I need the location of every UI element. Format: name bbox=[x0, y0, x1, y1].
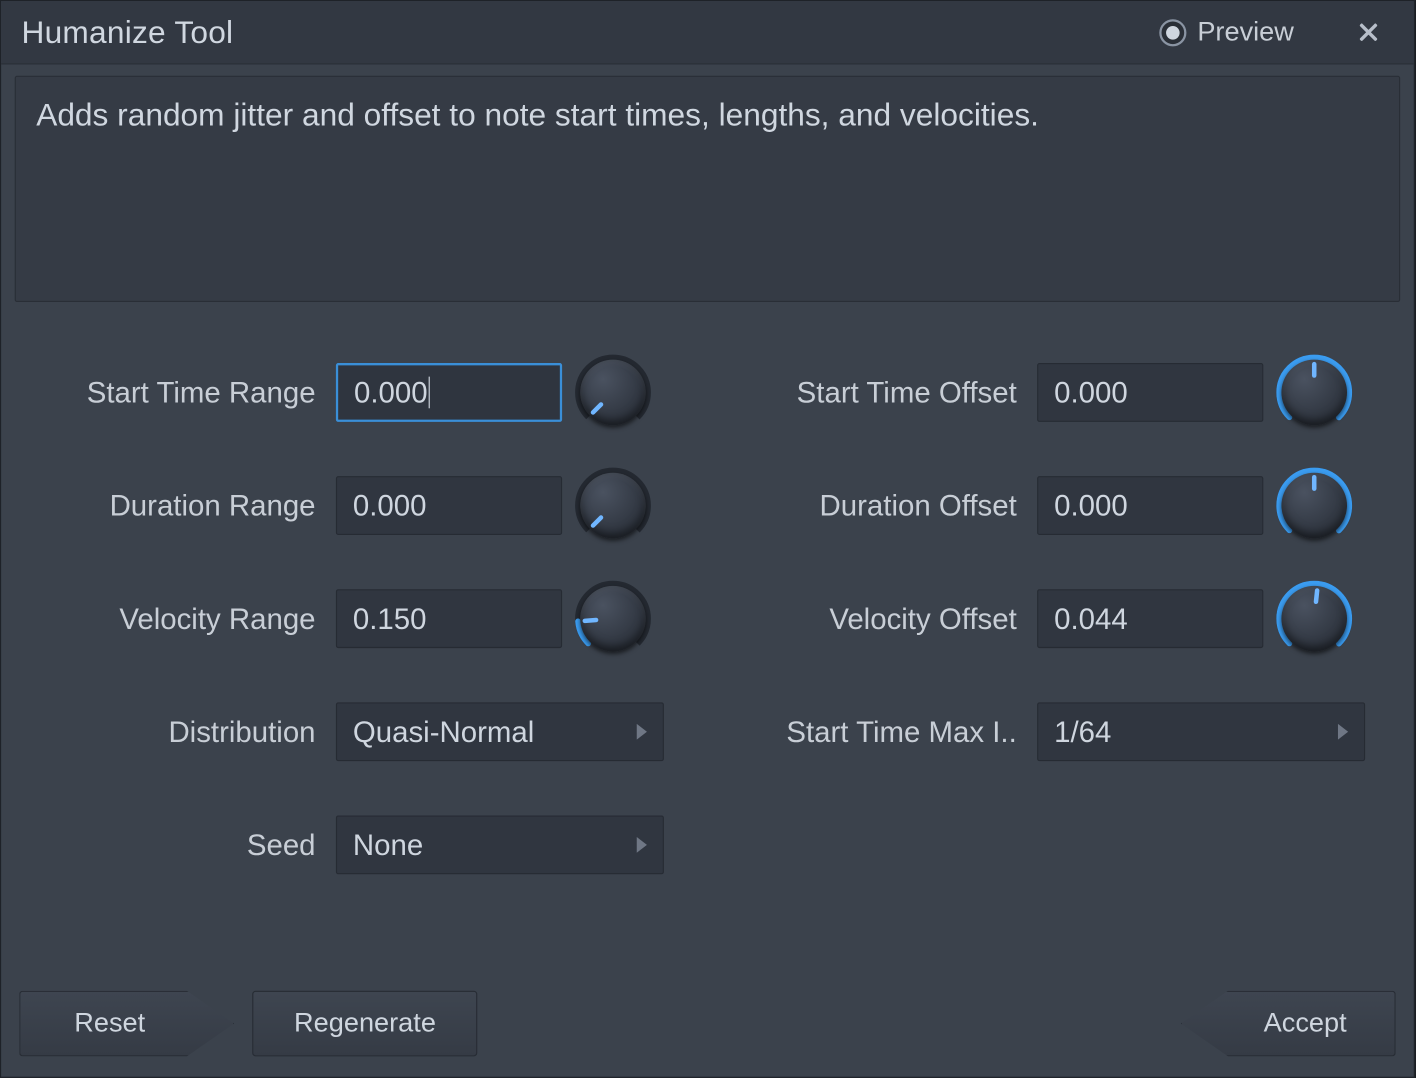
humanize-tool-dialog: Humanize Tool Preview Adds random jitter… bbox=[0, 0, 1415, 1078]
label-seed: Seed bbox=[42, 827, 336, 862]
start-time-max-value: 1/64 bbox=[1054, 714, 1111, 749]
label-duration-offset: Duration Offset bbox=[743, 488, 1037, 523]
velocity-offset-input[interactable]: 0.044 bbox=[1037, 589, 1263, 648]
close-icon[interactable] bbox=[1350, 14, 1386, 50]
duration-offset-input[interactable]: 0.000 bbox=[1037, 476, 1263, 535]
start-time-range-value: 0.000 bbox=[354, 375, 428, 410]
label-velocity-range: Velocity Range bbox=[42, 601, 336, 636]
velocity-range-knob[interactable] bbox=[573, 579, 652, 658]
label-duration-range: Duration Range bbox=[42, 488, 336, 523]
start-time-offset-knob[interactable] bbox=[1275, 353, 1354, 432]
accept-button[interactable]: Accept bbox=[1181, 991, 1396, 1057]
start-time-range-knob[interactable] bbox=[573, 353, 652, 432]
label-start-time-offset: Start Time Offset bbox=[743, 375, 1037, 410]
parameters-area: Start Time Range 0.000 Start Time Offset… bbox=[1, 302, 1414, 975]
start-time-offset-value: 0.000 bbox=[1054, 375, 1128, 410]
radio-icon bbox=[1159, 19, 1186, 46]
dialog-footer: Reset Regenerate Accept bbox=[1, 975, 1414, 1077]
regenerate-button[interactable]: Regenerate bbox=[252, 991, 478, 1057]
duration-range-value: 0.000 bbox=[353, 488, 427, 523]
title-bar: Humanize Tool Preview bbox=[1, 1, 1414, 64]
seed-dropdown[interactable]: None bbox=[336, 815, 664, 874]
duration-range-knob[interactable] bbox=[573, 466, 652, 545]
start-time-offset-input[interactable]: 0.000 bbox=[1037, 363, 1263, 422]
velocity-range-value: 0.150 bbox=[353, 601, 427, 636]
velocity-offset-knob[interactable] bbox=[1275, 579, 1354, 658]
chevron-right-icon bbox=[637, 724, 647, 740]
regenerate-label: Regenerate bbox=[294, 1008, 436, 1040]
distribution-value: Quasi-Normal bbox=[353, 714, 534, 749]
label-start-time-range: Start Time Range bbox=[42, 375, 336, 410]
description-text: Adds random jitter and offset to note st… bbox=[36, 93, 1378, 138]
label-distribution: Distribution bbox=[42, 714, 336, 749]
preview-toggle[interactable]: Preview bbox=[1159, 16, 1294, 48]
label-velocity-offset: Velocity Offset bbox=[743, 601, 1037, 636]
start-time-range-input[interactable]: 0.000 bbox=[336, 363, 562, 422]
description-panel: Adds random jitter and offset to note st… bbox=[15, 76, 1400, 302]
reset-button[interactable]: Reset bbox=[19, 991, 234, 1057]
preview-label: Preview bbox=[1197, 16, 1294, 48]
reset-label: Reset bbox=[74, 1008, 145, 1040]
velocity-offset-value: 0.044 bbox=[1054, 601, 1128, 636]
accept-label: Accept bbox=[1264, 1008, 1347, 1040]
duration-offset-knob[interactable] bbox=[1275, 466, 1354, 545]
chevron-right-icon bbox=[637, 837, 647, 853]
label-start-time-max: Start Time Max I.. bbox=[743, 714, 1037, 749]
duration-offset-value: 0.000 bbox=[1054, 488, 1128, 523]
duration-range-input[interactable]: 0.000 bbox=[336, 476, 562, 535]
start-time-max-dropdown[interactable]: 1/64 bbox=[1037, 702, 1365, 761]
distribution-dropdown[interactable]: Quasi-Normal bbox=[336, 702, 664, 761]
text-caret-icon bbox=[429, 377, 430, 409]
chevron-right-icon bbox=[1338, 724, 1348, 740]
seed-value: None bbox=[353, 827, 423, 862]
velocity-range-input[interactable]: 0.150 bbox=[336, 589, 562, 648]
dialog-title: Humanize Tool bbox=[21, 14, 1158, 50]
